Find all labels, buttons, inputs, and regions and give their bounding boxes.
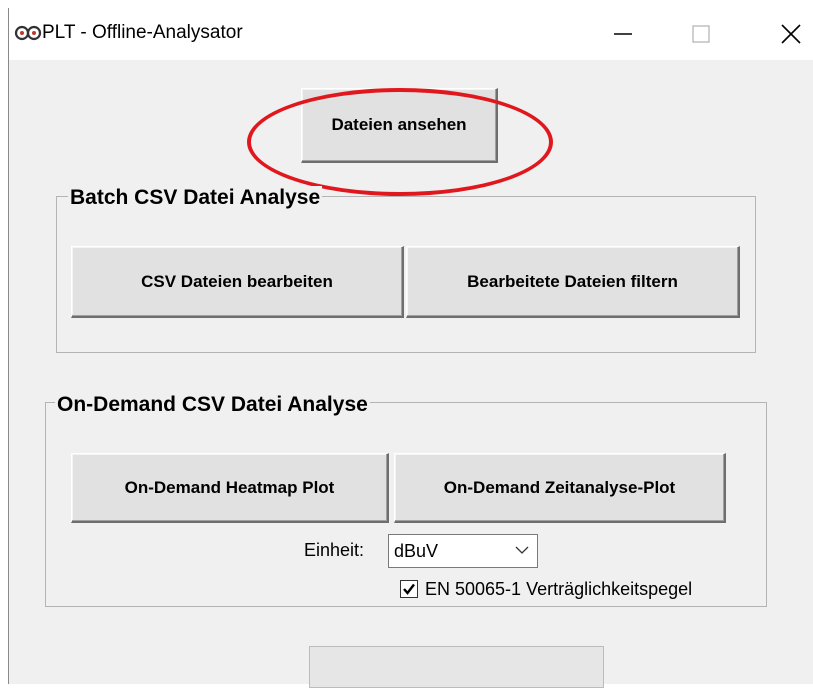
ondemand-csv-group-title: On-Demand CSV Datei Analyse — [55, 393, 370, 417]
unit-label: Einheit: — [304, 540, 365, 560]
unit-select[interactable]: dBuV — [388, 534, 538, 568]
maximize-icon — [692, 25, 710, 43]
unit-select-value: dBuV — [394, 541, 439, 561]
close-icon — [781, 24, 801, 44]
filter-processed-files-button[interactable]: Bearbeitete Dateien filtern — [406, 246, 740, 318]
batch-csv-group-title: Batch CSV Datei Analyse — [68, 186, 323, 210]
heatmap-plot-button[interactable]: On-Demand Heatmap Plot — [71, 453, 389, 523]
checkmark-icon — [403, 583, 415, 595]
app-window: PLT - Offline-Analysator Dateien ansehen… — [8, 8, 813, 688]
window-title: PLT - Offline-Analysator — [42, 22, 243, 43]
compatibility-level-label: EN 50065-1 Verträglichkeitspegel — [425, 579, 693, 599]
minimize-icon — [614, 33, 632, 35]
process-csv-files-button[interactable]: CSV Dateien bearbeiten — [71, 246, 404, 318]
chevron-down-icon — [515, 546, 529, 554]
time-analysis-plot-button[interactable]: On-Demand Zeitanalyse-Plot — [394, 453, 726, 523]
minimize-button[interactable] — [593, 8, 653, 60]
view-files-button[interactable]: Dateien ansehen — [301, 88, 498, 163]
maximize-button[interactable] — [671, 8, 731, 60]
close-button[interactable] — [761, 8, 813, 60]
progress-bar — [309, 646, 604, 688]
compatibility-level-checkbox[interactable] — [400, 580, 418, 598]
infinity-link-icon — [13, 22, 43, 44]
title-bar[interactable]: PLT - Offline-Analysator — [9, 8, 813, 60]
